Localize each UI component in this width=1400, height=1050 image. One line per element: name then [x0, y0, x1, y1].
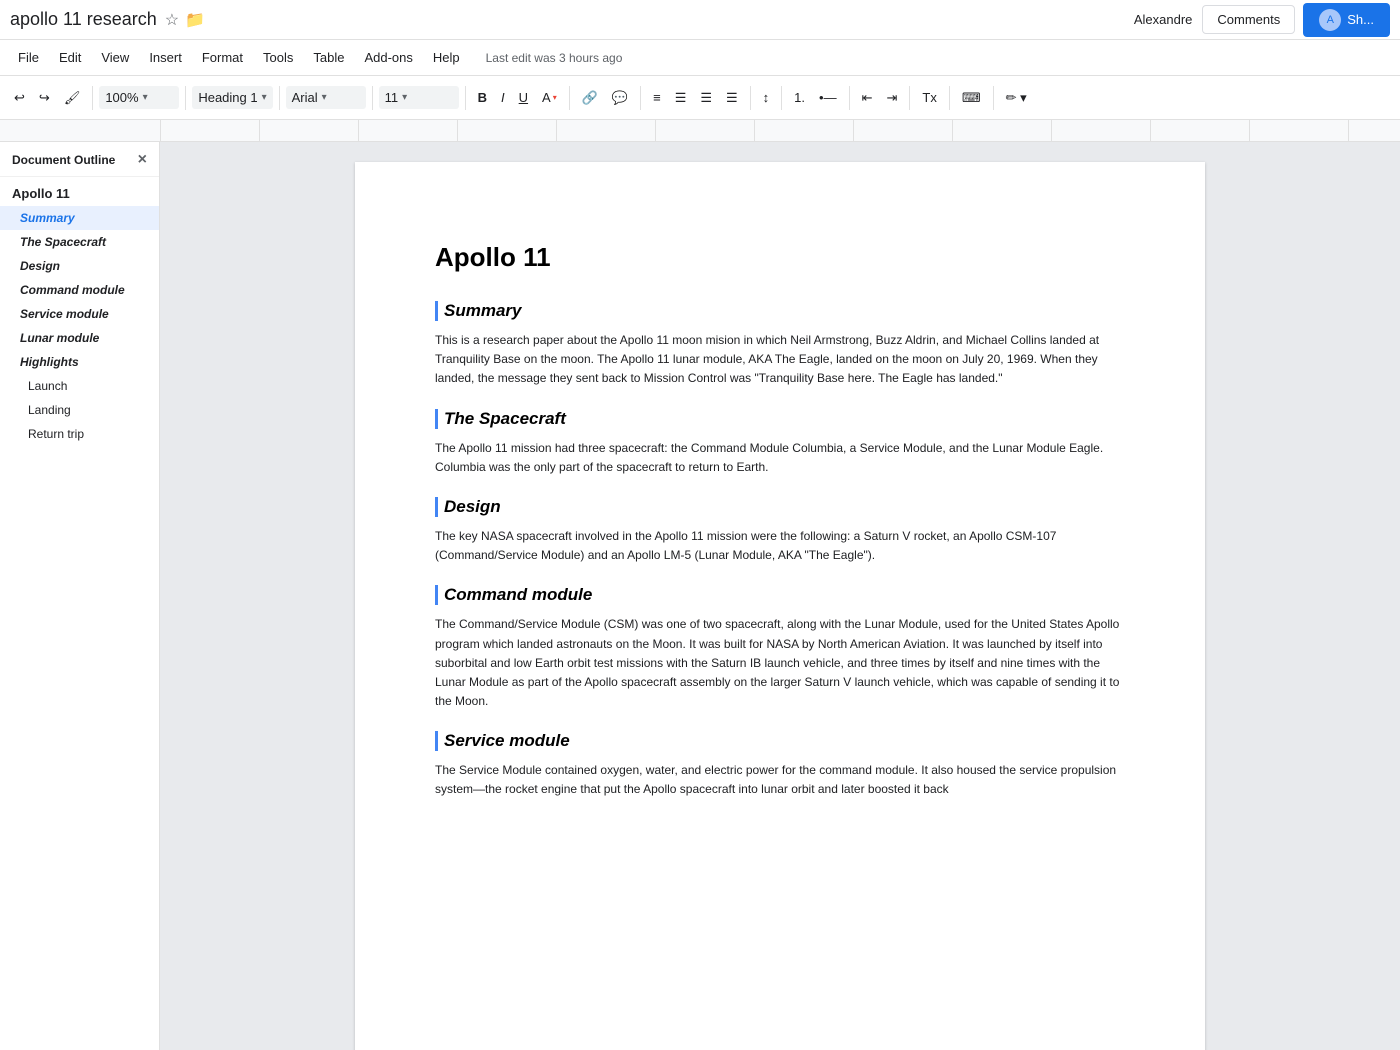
title-bar: apollo 11 research ☆ 📁 Alexandre Comment… — [0, 0, 1400, 40]
toolbar: ↩ ↪ 🖌 100% ▾ Heading 1 ▾ Arial ▾ 11 ▾ B … — [0, 76, 1400, 120]
paragraph-service-module[interactable]: The Service Module contained oxygen, wat… — [435, 761, 1125, 799]
numbered-list-button[interactable]: 1. — [788, 86, 811, 109]
separator — [569, 86, 570, 110]
outline-item-return[interactable]: Return trip — [0, 422, 159, 446]
folder-icon[interactable]: 📁 — [185, 10, 205, 30]
separator — [279, 86, 280, 110]
menu-file[interactable]: File — [8, 46, 49, 69]
input-method-button[interactable]: ⌨ — [956, 86, 987, 110]
ruler-scale — [160, 120, 1400, 141]
paragraph-command-module[interactable]: The Command/Service Module (CSM) was one… — [435, 615, 1125, 711]
section-summary: Summary This is a research paper about t… — [435, 301, 1125, 389]
underline-button[interactable]: U — [513, 86, 534, 109]
redo-button[interactable]: ↪ — [33, 86, 56, 110]
heading-command-module[interactable]: Command module — [435, 585, 1125, 605]
align-right-button[interactable]: ☰ — [694, 86, 718, 110]
separator — [92, 86, 93, 110]
document-heading-title[interactable]: Apollo 11 — [435, 242, 1125, 273]
separator — [781, 86, 782, 110]
paragraph-summary[interactable]: This is a research paper about the Apoll… — [435, 331, 1125, 389]
outline-item-lunar-module[interactable]: Lunar module — [0, 326, 159, 350]
outline-items-list: Apollo 11 Summary The Spacecraft Design … — [0, 177, 159, 1050]
text-color-button[interactable]: A ▾ — [536, 86, 563, 109]
outline-item-highlights[interactable]: Highlights — [0, 350, 159, 374]
paint-format-button[interactable]: 🖌 — [58, 86, 87, 110]
heading-service-module[interactable]: Service module — [435, 731, 1125, 751]
paragraph-spacecraft[interactable]: The Apollo 11 mission had three spacecra… — [435, 439, 1125, 477]
indent-right-button[interactable]: ⇥ — [880, 86, 903, 110]
font-dropdown[interactable]: Arial ▾ — [286, 86, 366, 109]
separator — [372, 86, 373, 110]
main-layout: Document Outline × Apollo 11 Summary The… — [0, 142, 1400, 1050]
align-left-button[interactable]: ≡ — [647, 86, 667, 109]
style-dropdown[interactable]: Heading 1 ▾ — [192, 86, 272, 109]
outline-item-spacecraft[interactable]: The Spacecraft — [0, 230, 159, 254]
separator — [750, 86, 751, 110]
menu-view[interactable]: View — [91, 46, 139, 69]
section-spacecraft: The Spacecraft The Apollo 11 mission had… — [435, 409, 1125, 477]
outline-item-landing[interactable]: Landing — [0, 398, 159, 422]
comments-button[interactable]: Comments — [1202, 5, 1295, 34]
bold-button[interactable]: B — [472, 86, 493, 109]
menu-insert[interactable]: Insert — [139, 46, 192, 69]
section-command-module: Command module The Command/Service Modul… — [435, 585, 1125, 711]
document-page[interactable]: Apollo 11 Summary This is a research pap… — [355, 162, 1205, 1050]
star-icon[interactable]: ☆ — [165, 10, 179, 30]
document-title[interactable]: apollo 11 research — [10, 9, 157, 30]
user-name: Alexandre — [1134, 12, 1193, 27]
document-area[interactable]: Apollo 11 Summary This is a research pap… — [160, 142, 1400, 1050]
menu-help[interactable]: Help — [423, 46, 470, 69]
menu-format[interactable]: Format — [192, 46, 253, 69]
separator — [849, 86, 850, 110]
menu-tools[interactable]: Tools — [253, 46, 303, 69]
heading-summary[interactable]: Summary — [435, 301, 1125, 321]
undo-button[interactable]: ↩ — [8, 86, 31, 110]
heading-design[interactable]: Design — [435, 497, 1125, 517]
menu-table[interactable]: Table — [303, 46, 354, 69]
paragraph-design[interactable]: The key NASA spacecraft involved in the … — [435, 527, 1125, 565]
avatar: A — [1319, 9, 1341, 31]
zoom-dropdown[interactable]: 100% ▾ — [99, 86, 179, 109]
heading-spacecraft[interactable]: The Spacecraft — [435, 409, 1125, 429]
separator — [993, 86, 994, 110]
pen-tool-button[interactable]: ✏ ▾ — [1000, 86, 1033, 110]
close-outline-button[interactable]: × — [138, 152, 147, 168]
separator — [949, 86, 950, 110]
clear-format-button[interactable]: Tx — [916, 86, 942, 109]
section-service-module: Service module The Service Module contai… — [435, 731, 1125, 799]
outline-item-command-module[interactable]: Command module — [0, 278, 159, 302]
link-button[interactable]: 🔗 — [576, 86, 604, 110]
share-button[interactable]: A Sh... — [1303, 3, 1390, 37]
outline-item-summary[interactable]: Summary — [0, 206, 159, 230]
italic-button[interactable]: I — [495, 86, 511, 109]
outline-item-apollo11[interactable]: Apollo 11 — [0, 181, 159, 206]
ruler — [0, 120, 1400, 142]
document-outline-sidebar: Document Outline × Apollo 11 Summary The… — [0, 142, 160, 1050]
last-edit-status: Last edit was 3 hours ago — [486, 51, 623, 65]
outline-item-launch[interactable]: Launch — [0, 374, 159, 398]
separator — [185, 86, 186, 110]
outline-item-service-module[interactable]: Service module — [0, 302, 159, 326]
menu-addons[interactable]: Add-ons — [354, 46, 422, 69]
separator — [909, 86, 910, 110]
align-justify-button[interactable]: ☰ — [720, 86, 744, 110]
outline-item-design[interactable]: Design — [0, 254, 159, 278]
outline-title: Document Outline — [12, 153, 115, 167]
sidebar-header: Document Outline × — [0, 142, 159, 177]
indent-left-button[interactable]: ⇤ — [856, 86, 879, 110]
line-spacing-button[interactable]: ↕ — [757, 86, 776, 109]
font-size-dropdown[interactable]: 11 ▾ — [379, 86, 459, 109]
section-design: Design The key NASA spacecraft involved … — [435, 497, 1125, 565]
align-center-button[interactable]: ☰ — [669, 86, 693, 110]
menu-edit[interactable]: Edit — [49, 46, 91, 69]
bulleted-list-button[interactable]: •— — [813, 86, 843, 109]
comment-button[interactable]: 💬 — [606, 86, 634, 110]
separator — [640, 86, 641, 110]
menu-bar: File Edit View Insert Format Tools Table… — [0, 40, 1400, 76]
separator — [465, 86, 466, 110]
